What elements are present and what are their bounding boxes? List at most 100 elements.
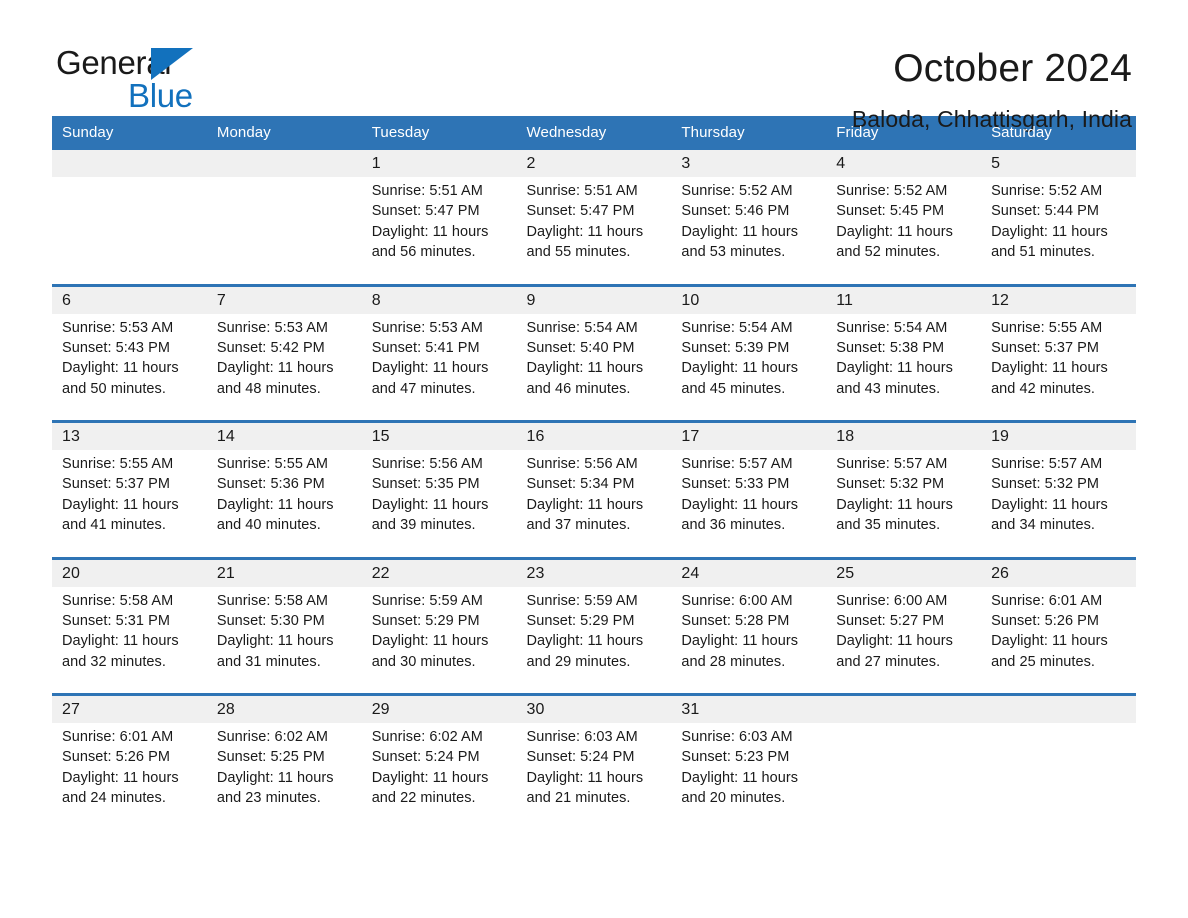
day-info-cell: Sunrise: 6:03 AM Sunset: 5:24 PM Daylight:… bbox=[516, 723, 672, 831]
day-cell-empty bbox=[52, 150, 207, 177]
daylight-text: Daylight: 11 hours and 56 minutes. bbox=[371, 223, 489, 261]
sunset-text: Sunset: 5:24 PM bbox=[526, 749, 635, 766]
day-info-cell-empty bbox=[206, 177, 362, 285]
day-number-cell[interactable]: 30 bbox=[516, 693, 672, 723]
daylight-text: Daylight: 11 hours and 36 minutes. bbox=[681, 496, 799, 534]
day-number-cell[interactable]: 9 bbox=[516, 283, 672, 314]
day-number-cell[interactable]: 21 bbox=[206, 556, 362, 587]
daylight-text: Daylight: 11 hours and 39 minutes. bbox=[371, 496, 489, 534]
day-info-cell: Sunrise: 5:57 AM Sunset: 5:32 PM Daylight:… bbox=[826, 450, 982, 558]
daylight-text: Daylight: 11 hours and 32 minutes. bbox=[62, 633, 179, 670]
sunrise-text: Sunrise: 5:58 AM bbox=[62, 592, 174, 609]
day-number-cell[interactable]: 4 bbox=[826, 150, 982, 177]
day-number-cell[interactable]: 19 bbox=[981, 420, 1136, 450]
sunrise-text: Sunrise: 5:51 AM bbox=[371, 183, 483, 199]
sunset-text: Sunset: 5:29 PM bbox=[371, 612, 480, 629]
sunset-text: Sunset: 5:37 PM bbox=[991, 339, 1100, 356]
page-title: October 2024 bbox=[893, 47, 1132, 90]
sunrise-text: Sunrise: 6:03 AM bbox=[526, 729, 638, 745]
generalblue-logo[interactable]: General Blue bbox=[56, 44, 236, 114]
day-number-cell[interactable]: 29 bbox=[361, 693, 517, 723]
day-number-cell[interactable]: 2 bbox=[516, 150, 672, 177]
daylight-text: Daylight: 11 hours and 42 minutes. bbox=[991, 360, 1108, 397]
calendar-table: Sunday Monday Tuesday Wednesday Thursday… bbox=[52, 116, 1136, 831]
sunrise-text: Sunrise: 5:53 AM bbox=[371, 319, 483, 336]
sunrise-text: Sunrise: 5:56 AM bbox=[371, 456, 483, 472]
day-number-cell[interactable]: 11 bbox=[826, 283, 982, 314]
sunset-text: Sunset: 5:27 PM bbox=[836, 612, 945, 629]
sunset-text: Sunset: 5:45 PM bbox=[836, 203, 945, 220]
sunset-text: Sunset: 5:37 PM bbox=[62, 476, 170, 493]
day-number-cell[interactable]: 12 bbox=[981, 283, 1136, 314]
day-number-cell[interactable]: 6 bbox=[52, 283, 207, 314]
day-number-cell[interactable]: 5 bbox=[981, 150, 1136, 177]
day-number-cell[interactable]: 22 bbox=[361, 556, 517, 587]
day-info-cell: Sunrise: 5:55 AM Sunset: 5:37 PM Daylight:… bbox=[981, 313, 1136, 422]
sunrise-text: Sunrise: 5:53 AM bbox=[62, 319, 174, 336]
sunrise-text: Sunrise: 5:52 AM bbox=[681, 183, 793, 199]
day-number-cell[interactable]: 18 bbox=[826, 420, 982, 450]
sunset-text: Sunset: 5:44 PM bbox=[991, 203, 1100, 220]
sunset-text: Sunset: 5:26 PM bbox=[62, 749, 170, 766]
sunrise-text: Sunrise: 5:52 AM bbox=[836, 183, 948, 199]
day-number-cell[interactable]: 1 bbox=[361, 150, 517, 177]
sunrise-text: Sunrise: 5:57 AM bbox=[681, 456, 793, 472]
day-info-cell: Sunrise: 5:58 AM Sunset: 5:31 PM Daylight:… bbox=[52, 586, 207, 695]
sunrise-text: Sunrise: 5:54 AM bbox=[526, 319, 638, 336]
day-number-cell[interactable]: 28 bbox=[206, 693, 362, 723]
day-number-cell[interactable]: 7 bbox=[206, 283, 362, 314]
daylight-text: Daylight: 11 hours and 29 minutes. bbox=[526, 633, 644, 670]
sunset-text: Sunset: 5:24 PM bbox=[371, 749, 480, 766]
day-number-cell[interactable]: 17 bbox=[671, 420, 827, 450]
day-number-cell[interactable]: 8 bbox=[361, 283, 517, 314]
day-number-cell[interactable]: 25 bbox=[826, 556, 982, 587]
sunset-text: Sunset: 5:47 PM bbox=[371, 203, 480, 220]
day-info-cell: Sunrise: 5:56 AM Sunset: 5:35 PM Daylight:… bbox=[361, 450, 517, 558]
day-number-cell[interactable]: 10 bbox=[671, 283, 827, 314]
day-cell-empty bbox=[981, 693, 1136, 723]
day-info-cell: Sunrise: 6:00 AM Sunset: 5:27 PM Daylight:… bbox=[826, 586, 982, 695]
daylight-text: Daylight: 11 hours and 48 minutes. bbox=[216, 360, 334, 397]
day-info-cell: Sunrise: 5:58 AM Sunset: 5:30 PM Daylight:… bbox=[206, 586, 362, 695]
day-number-cell[interactable]: 3 bbox=[671, 150, 827, 177]
daylight-text: Daylight: 11 hours and 30 minutes. bbox=[371, 633, 489, 670]
day-info-cell: Sunrise: 5:54 AM Sunset: 5:40 PM Daylight:… bbox=[516, 313, 672, 422]
day-info-cell: Sunrise: 5:51 AM Sunset: 5:47 PM Daylight:… bbox=[361, 177, 517, 285]
sunrise-text: Sunrise: 6:02 AM bbox=[216, 729, 329, 745]
day-info-cell: Sunrise: 5:53 AM Sunset: 5:43 PM Daylight:… bbox=[52, 313, 207, 422]
sunset-text: Sunset: 5:23 PM bbox=[681, 749, 790, 766]
day-number-cell[interactable]: 23 bbox=[516, 556, 672, 587]
sunset-text: Sunset: 5:25 PM bbox=[216, 749, 325, 766]
day-number-cell[interactable]: 27 bbox=[52, 693, 207, 723]
daylight-text: Daylight: 11 hours and 43 minutes. bbox=[836, 360, 953, 397]
day-number-cell[interactable]: 20 bbox=[52, 556, 207, 587]
daylight-text: Daylight: 11 hours and 37 minutes. bbox=[526, 496, 644, 534]
sunrise-text: Sunrise: 5:55 AM bbox=[216, 456, 329, 472]
daylight-text: Daylight: 11 hours and 41 minutes. bbox=[62, 496, 179, 534]
day-number-cell[interactable]: 14 bbox=[206, 420, 362, 450]
sunrise-text: Sunrise: 5:57 AM bbox=[991, 456, 1103, 472]
day-info-cell: Sunrise: 6:02 AM Sunset: 5:25 PM Daylight:… bbox=[206, 723, 362, 831]
sunset-text: Sunset: 5:46 PM bbox=[681, 203, 790, 220]
sunset-text: Sunset: 5:32 PM bbox=[991, 476, 1100, 493]
sunrise-text: Sunrise: 5:55 AM bbox=[62, 456, 174, 472]
day-number-cell[interactable]: 16 bbox=[516, 420, 672, 450]
day-number-cell[interactable]: 13 bbox=[52, 420, 207, 450]
day-number-cell[interactable]: 24 bbox=[671, 556, 827, 587]
daylight-text: Daylight: 11 hours and 55 minutes. bbox=[526, 223, 644, 261]
day-number-cell[interactable]: 15 bbox=[361, 420, 517, 450]
week-detail-row: Sunrise: 5:58 AM Sunset: 5:31 PM Daylight:… bbox=[52, 586, 1136, 695]
sunrise-text: Sunrise: 6:03 AM bbox=[681, 729, 793, 745]
sunset-text: Sunset: 5:41 PM bbox=[371, 339, 480, 356]
day-number-cell[interactable]: 31 bbox=[671, 693, 827, 723]
day-info-cell: Sunrise: 6:01 AM Sunset: 5:26 PM Daylight:… bbox=[52, 723, 207, 831]
week-detail-row: Sunrise: 5:51 AM Sunset: 5:47 PM Daylight:… bbox=[52, 177, 1136, 285]
daylight-text: Daylight: 11 hours and 20 minutes. bbox=[681, 769, 799, 807]
sunset-text: Sunset: 5:38 PM bbox=[836, 339, 945, 356]
day-info-cell-empty bbox=[52, 177, 207, 285]
logo-text-blue: Blue bbox=[128, 77, 193, 114]
day-number-cell[interactable]: 26 bbox=[981, 556, 1136, 587]
daylight-text: Daylight: 11 hours and 53 minutes. bbox=[681, 223, 799, 261]
day-info-cell: Sunrise: 5:53 AM Sunset: 5:42 PM Daylight:… bbox=[206, 313, 362, 422]
day-info-cell: Sunrise: 6:01 AM Sunset: 5:26 PM Daylight:… bbox=[981, 586, 1136, 695]
